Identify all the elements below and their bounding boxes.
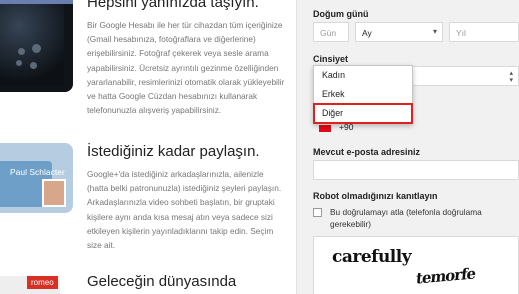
birthday-label: Doğum günü bbox=[313, 9, 369, 19]
chevron-down-icon: ▾ bbox=[432, 27, 437, 36]
phone-illustration bbox=[0, 0, 73, 92]
feature-carry: Hepsini yanınızda taşıyın. Bir Google He… bbox=[87, 0, 287, 117]
circles-illustration: Paul Schlacter bbox=[0, 143, 73, 213]
feature-title: Hepsini yanınızda taşıyın. bbox=[87, 0, 259, 11]
app-icon bbox=[18, 48, 25, 55]
feature-title: İstediğiniz kadar paylaşın. bbox=[87, 143, 260, 160]
features-column: Hepsini yanınızda taşıyın. Bir Google He… bbox=[0, 0, 296, 294]
selected-value: Ay bbox=[362, 28, 372, 38]
feature-body: Bir Google Hesabı ile her tür cihazdan t… bbox=[87, 20, 285, 116]
signup-form: Doğum günü Gün Ay ▾ Yıl Cinsiyet ▴ ▾ Kadı… bbox=[296, 0, 519, 294]
app-icon bbox=[16, 60, 22, 66]
birthday-day-input[interactable]: Gün bbox=[313, 22, 349, 42]
app-icon bbox=[32, 44, 41, 53]
feature-share: İstediğiniz kadar paylaşın. Google+'da i… bbox=[87, 143, 287, 252]
app-icon bbox=[30, 62, 37, 69]
badge: romeo bbox=[27, 276, 58, 289]
birthday-year-input[interactable]: Yıl bbox=[449, 22, 519, 42]
gender-label: Cinsiyet bbox=[313, 54, 349, 64]
gender-option-female[interactable]: Kadın bbox=[314, 66, 412, 85]
feature-body: Google+'da istediğiniz arkadaşlarınızla,… bbox=[87, 169, 282, 251]
turkey-flag-icon bbox=[319, 125, 331, 132]
email-label: Mevcut e-posta adresiniz bbox=[313, 147, 421, 157]
robot-label: Robot olmadığınızı kanıtlayın bbox=[313, 191, 438, 201]
captcha-image: carefully temorfe bbox=[313, 236, 519, 294]
placeholder: Gün bbox=[320, 28, 337, 38]
decorative-bar bbox=[0, 0, 73, 4]
select-arrows-icon: ▴ ▾ bbox=[509, 70, 513, 84]
phone-screen bbox=[0, 0, 64, 86]
skip-verification-label: Bu doğrulamayı atla (telefonla doğrulama… bbox=[330, 207, 482, 229]
placeholder: Yıl bbox=[456, 28, 466, 38]
gender-dropdown: Kadın Erkek Diğer bbox=[313, 65, 413, 124]
gender-option-male[interactable]: Erkek bbox=[314, 85, 412, 104]
birthday-month-select[interactable]: Ay ▾ bbox=[355, 22, 443, 42]
captcha-word: temorfe bbox=[415, 264, 476, 288]
email-input[interactable] bbox=[313, 160, 519, 180]
gender-option-other[interactable]: Diğer bbox=[313, 103, 413, 124]
captcha-word: carefully bbox=[332, 247, 412, 267]
feature-title: Geleceğin dünyasında bbox=[87, 273, 237, 290]
skip-verification-checkbox[interactable] bbox=[313, 208, 322, 217]
feature-future: Geleceğin dünyasında bbox=[87, 273, 287, 294]
profile-photo bbox=[42, 179, 66, 207]
card-name: Paul Schlacter bbox=[10, 167, 65, 177]
